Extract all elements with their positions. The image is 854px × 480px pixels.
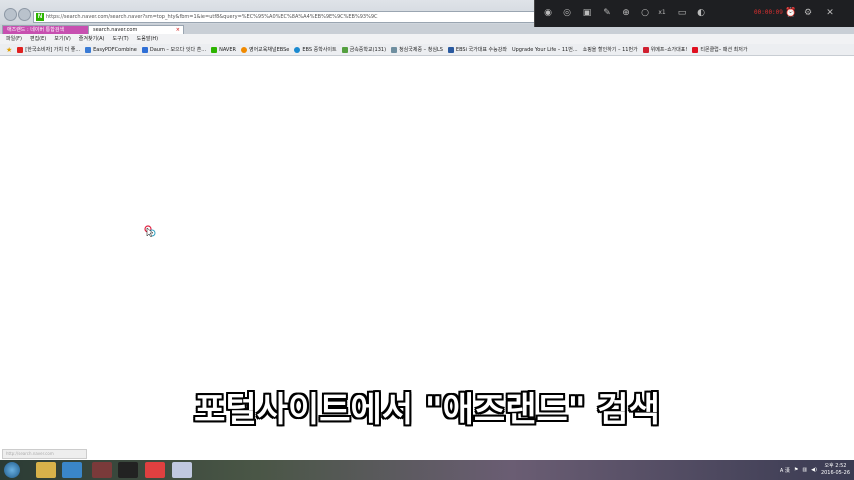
- favicon-icon: [17, 46, 24, 53]
- favorites-star-icon[interactable]: ★: [6, 46, 12, 54]
- favicon-icon: [391, 46, 398, 53]
- status-bar: http://search.naver.com: [2, 449, 87, 459]
- favorite-item[interactable]: Daum – 모으다 잇다 흔...: [141, 46, 206, 53]
- ime-indicator[interactable]: A 漢: [780, 467, 790, 474]
- favorite-item[interactable]: EasyPDFCombine: [85, 46, 137, 53]
- menu-file[interactable]: 파일(F): [6, 34, 22, 44]
- eye-icon[interactable]: ◐: [696, 8, 706, 18]
- ie-taskbar-icon[interactable]: [62, 462, 82, 478]
- system-tray: A 漢 ⚑ ▥ ◀) 오후 2:52 2016-05-26: [780, 460, 850, 480]
- favorite-item[interactable]: EBSi 국가대표 수능강좌: [447, 46, 507, 53]
- record-icon[interactable]: ◉: [543, 8, 553, 18]
- favicon-icon: [341, 46, 348, 53]
- favorite-item[interactable]: 위메프–쇼가대표!: [642, 46, 687, 53]
- menu-tools[interactable]: 도구(T): [113, 34, 129, 44]
- close-icon[interactable]: ✕: [825, 8, 835, 18]
- favorite-item[interactable]: 영어교육채널EBSe: [240, 46, 289, 53]
- tab-label: 애즈랜드 : 네이버 통합검색: [7, 27, 65, 33]
- favicon-icon: [294, 46, 301, 53]
- alarm-icon[interactable]: ⏰: [785, 8, 796, 18]
- stop-icon[interactable]: ◎: [562, 8, 572, 18]
- pen-icon[interactable]: ✎: [602, 8, 612, 18]
- favicon-icon: [211, 46, 218, 53]
- favorite-item[interactable]: 금속중학교(131): [341, 46, 386, 53]
- favicon-icon: [141, 46, 148, 53]
- speed-icon[interactable]: x1: [657, 8, 667, 18]
- settings-icon[interactable]: ⚙: [803, 8, 813, 18]
- forward-button[interactable]: [18, 8, 31, 21]
- explorer-taskbar-icon[interactable]: [36, 462, 56, 478]
- menu-bar: 파일(F) 편집(E) 보기(V) 즐겨찾기(A) 도구(T) 도움말(H): [0, 34, 854, 44]
- naver-favicon-icon: N: [36, 13, 44, 21]
- network-icon[interactable]: ▥: [802, 467, 807, 473]
- favicon-icon: [692, 46, 699, 53]
- favorite-item[interactable]: NAVER: [211, 46, 236, 53]
- camera-icon[interactable]: ▣: [582, 8, 592, 18]
- address-url: https://search.naver.com/search.naver?sm…: [46, 14, 378, 20]
- app-taskbar-icon[interactable]: [92, 462, 112, 478]
- favorite-item[interactable]: 청심국제중 – 청심LS: [391, 46, 443, 53]
- zoom-icon[interactable]: ○: [640, 8, 650, 18]
- app2-taskbar-icon[interactable]: [118, 462, 138, 478]
- tab-label: search.naver.com: [93, 27, 138, 33]
- favorite-item[interactable]: 티몬클럽– 패션 최저가: [692, 46, 747, 53]
- favorite-item[interactable]: Upgrade Your Life – 11번...: [512, 46, 578, 53]
- address-bar[interactable]: N https://search.naver.com/search.naver?…: [33, 11, 535, 23]
- menu-edit[interactable]: 편집(E): [30, 34, 46, 44]
- favicon-icon: [240, 46, 247, 53]
- favorite-item[interactable]: 쇼핑을 할인하기 – 11번가: [583, 46, 638, 53]
- back-button[interactable]: [4, 8, 17, 21]
- favicon-icon: [447, 46, 454, 53]
- window-icon[interactable]: ▭: [677, 8, 687, 18]
- recording-timer: 00:00:09: [754, 9, 783, 16]
- favorite-item[interactable]: [한국소비자] 가치 더 좋...: [17, 46, 80, 53]
- favicon-icon: [85, 46, 92, 53]
- screen-recorder-toolbar: ◉ ◎ ▣ ✎ ⊕ ○ x1 ▭ ◐ 00:00:09 ⏰ ⚙ ✕: [534, 0, 854, 27]
- menu-favorites[interactable]: 즐겨찾기(A): [79, 34, 105, 44]
- mouse-cursor-icon: [144, 225, 156, 237]
- favorite-item[interactable]: EBS 중학사이트: [294, 46, 337, 53]
- menu-view[interactable]: 보기(V): [54, 34, 71, 44]
- flag-icon[interactable]: ⚑: [794, 467, 798, 473]
- zoom-in-icon[interactable]: ⊕: [621, 8, 631, 18]
- mic-taskbar-icon[interactable]: [145, 462, 165, 478]
- recorder-taskbar-icon[interactable]: [172, 462, 192, 478]
- clock[interactable]: 오후 2:52 2016-05-26: [821, 463, 850, 477]
- favicon-icon: [642, 46, 649, 53]
- windows-taskbar: A 漢 ⚑ ▥ ◀) 오후 2:52 2016-05-26: [0, 460, 854, 480]
- video-caption: 포털사이트에서 "애즈랜드" 검색: [194, 390, 660, 430]
- menu-help[interactable]: 도움말(H): [137, 34, 158, 44]
- volume-icon[interactable]: ◀): [811, 467, 817, 473]
- favorites-bar: ★ [한국소비자] 가치 더 좋... EasyPDFCombine Daum …: [0, 44, 854, 56]
- start-button[interactable]: [4, 462, 20, 478]
